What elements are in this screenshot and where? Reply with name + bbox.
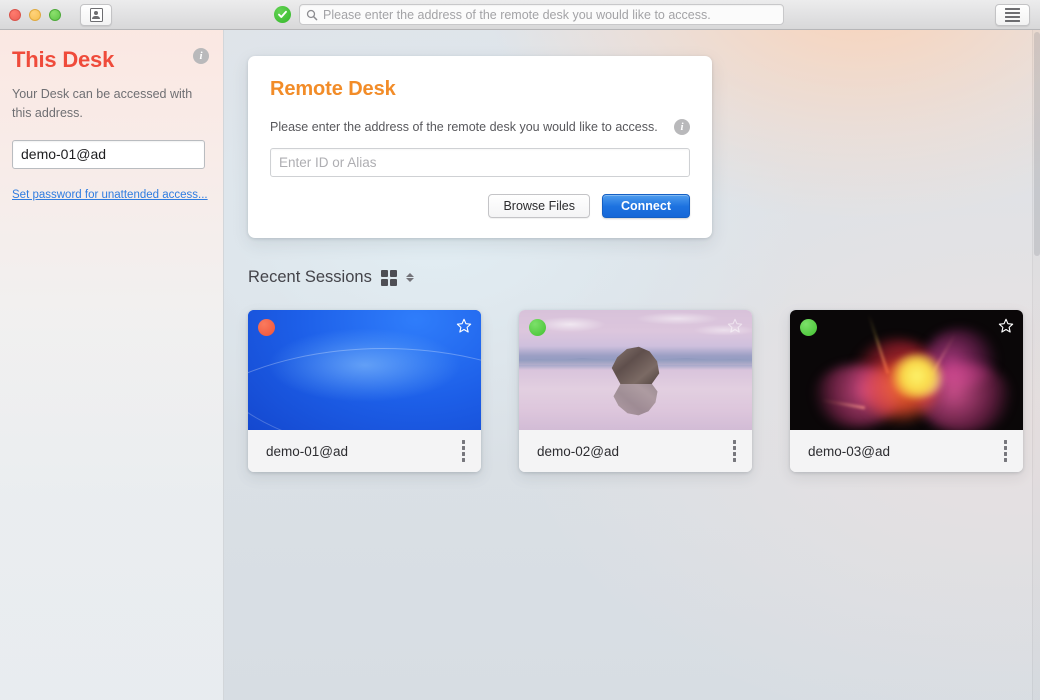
info-icon[interactable]: i xyxy=(193,48,209,64)
main-content: Remote Desk Please enter the address of … xyxy=(224,30,1040,700)
session-footer: demo-03@ad xyxy=(790,430,1023,472)
session-card[interactable]: demo-01@ad xyxy=(248,310,481,472)
scrollbar-thumb[interactable] xyxy=(1034,32,1040,256)
zoom-window-button[interactable] xyxy=(49,8,61,21)
grid-view-icon[interactable] xyxy=(380,269,397,286)
search-icon xyxy=(306,9,318,20)
remote-desk-subtitle: Please enter the address of the remote d… xyxy=(270,120,658,134)
remote-id-input[interactable]: Enter ID or Alias xyxy=(270,148,690,177)
address-search-input[interactable]: Please enter the address of the remote d… xyxy=(299,4,784,25)
session-name: demo-03@ad xyxy=(808,443,891,459)
this-desk-sidebar: This Desk i Your Desk can be accessed wi… xyxy=(0,30,224,700)
person-card-icon xyxy=(89,7,103,22)
star-outline-icon[interactable] xyxy=(998,318,1014,334)
title-bar-center: Please enter the address of the remote d… xyxy=(274,4,784,25)
sidebar-header: This Desk i xyxy=(12,48,209,71)
more-options-icon[interactable] xyxy=(1001,437,1011,465)
traffic-lights xyxy=(9,8,61,21)
vertical-scrollbar[interactable] xyxy=(1032,30,1040,700)
more-options-icon[interactable] xyxy=(730,437,740,465)
powder-explosion-wallpaper xyxy=(790,310,1023,430)
star-outline-icon[interactable] xyxy=(727,318,743,334)
this-desk-address-field[interactable]: demo-01@ad xyxy=(12,139,205,169)
status-badge xyxy=(800,319,817,336)
browse-files-button[interactable]: Browse Files xyxy=(488,194,590,218)
info-icon[interactable]: i xyxy=(674,119,690,135)
main-menu-button[interactable] xyxy=(995,3,1030,26)
session-name: demo-02@ad xyxy=(537,443,620,459)
session-card[interactable]: demo-02@ad xyxy=(519,310,752,472)
more-options-icon[interactable] xyxy=(459,437,469,465)
title-bar: Please enter the address of the remote d… xyxy=(0,0,1040,30)
remote-id-placeholder: Enter ID or Alias xyxy=(279,155,377,170)
app-window: Please enter the address of the remote d… xyxy=(0,0,1040,700)
session-footer: demo-02@ad xyxy=(519,430,752,472)
status-badge xyxy=(258,319,275,336)
session-thumbnail xyxy=(248,310,481,430)
blue-gradient-wallpaper xyxy=(248,310,481,430)
sidebar-description: Your Desk can be accessed with this addr… xyxy=(12,87,193,120)
session-thumbnail xyxy=(519,310,752,430)
recent-sessions-header: Recent Sessions xyxy=(248,268,414,287)
star-outline-icon[interactable] xyxy=(456,318,472,334)
recent-sessions-title: Recent Sessions xyxy=(248,268,372,286)
remote-desk-actions: Browse Files Connect xyxy=(270,194,690,218)
recent-sessions-grid: demo-01@ad demo-02@ad demo-03@ad xyxy=(248,310,1023,472)
green-check-icon xyxy=(274,6,291,23)
sidebar-title: This Desk xyxy=(12,47,115,72)
session-card[interactable]: demo-03@ad xyxy=(790,310,1023,472)
set-password-link[interactable]: Set password for unattended access... xyxy=(12,189,208,201)
contact-book-button[interactable] xyxy=(80,3,112,26)
session-thumbnail xyxy=(790,310,1023,430)
remote-desk-subtitle-row: Please enter the address of the remote d… xyxy=(270,119,690,135)
hamburger-icon-line xyxy=(1005,7,1020,10)
session-name: demo-01@ad xyxy=(266,443,349,459)
hamburger-icon-line xyxy=(1005,19,1020,22)
close-window-button[interactable] xyxy=(9,8,21,21)
hamburger-icon-line xyxy=(1005,15,1020,18)
status-badge xyxy=(529,319,546,336)
search-placeholder: Please enter the address of the remote d… xyxy=(323,7,711,22)
minimize-window-button[interactable] xyxy=(29,8,41,21)
connect-button[interactable]: Connect xyxy=(602,194,690,218)
remote-desk-card: Remote Desk Please enter the address of … xyxy=(248,56,712,238)
this-desk-address-value: demo-01@ad xyxy=(21,146,107,162)
session-footer: demo-01@ad xyxy=(248,430,481,472)
title-bar-right xyxy=(995,3,1030,26)
remote-desk-title: Remote Desk xyxy=(270,78,396,100)
lake-rock-wallpaper xyxy=(519,310,752,430)
hamburger-icon-line xyxy=(1005,11,1020,14)
stepper-chevron-icon[interactable] xyxy=(405,273,414,282)
